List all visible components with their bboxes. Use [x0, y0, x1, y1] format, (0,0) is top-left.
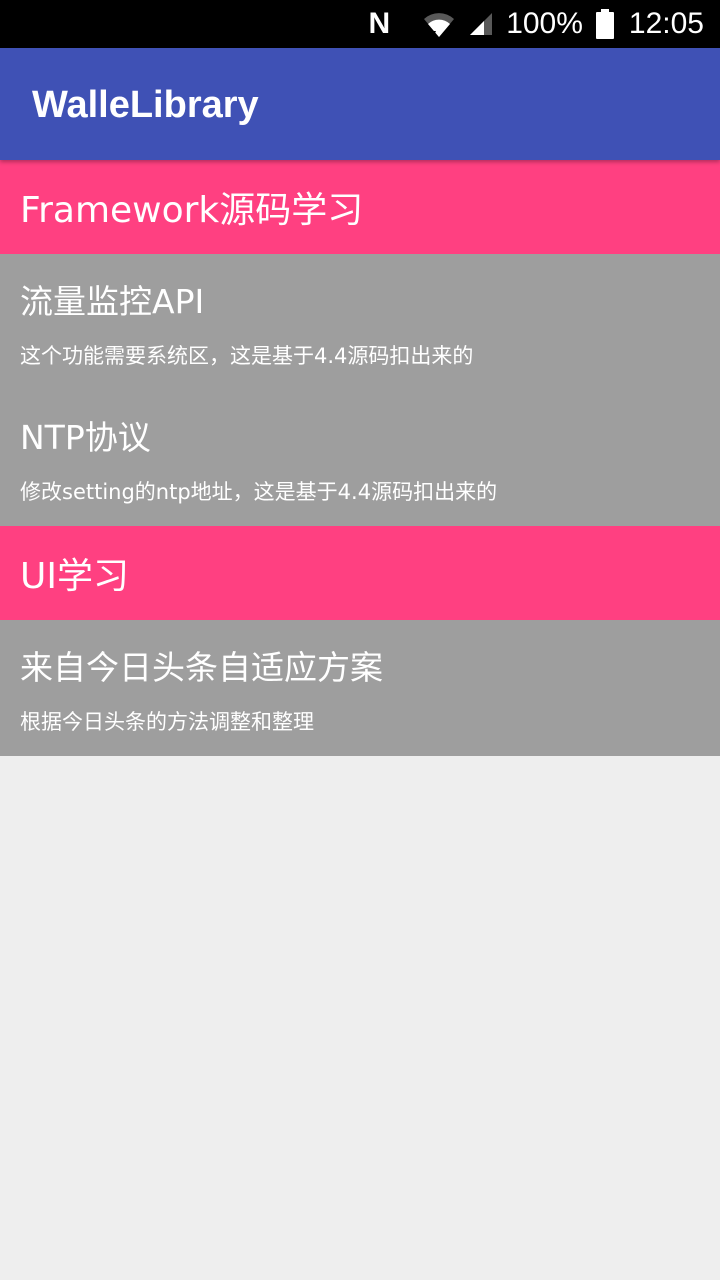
signal-icon [468, 11, 494, 37]
wifi-icon [422, 9, 456, 39]
battery-percent: 100% [506, 7, 583, 40]
content-list: Framework源码学习 流量监控API 这个功能需要系统区，这是基于4.4源… [0, 160, 720, 756]
list-item-desc: 根据今日头条的方法调整和整理 [20, 710, 314, 734]
app-title: WalleLibrary [32, 84, 259, 126]
app-bar: WalleLibrary [0, 48, 720, 160]
list-item-ntp[interactable]: NTP协议 修改setting的ntp地址，这是基于4.4源码扣出来的 [0, 390, 720, 526]
clock: 12:05 [628, 7, 704, 40]
list-item-desc: 修改setting的ntp地址，这是基于4.4源码扣出来的 [20, 480, 498, 504]
list-item-title: 流量监控API [20, 282, 205, 321]
list-item-toutiao-adapt[interactable]: 来自今日头条自适应方案 根据今日头条的方法调整和整理 [0, 620, 720, 756]
battery-icon [595, 9, 615, 39]
list-item-desc: 这个功能需要系统区，这是基于4.4源码扣出来的 [20, 344, 474, 368]
status-bar: N 100% 12:05 [0, 0, 720, 48]
nfc-icon: N [368, 7, 391, 40]
section-header-framework: Framework源码学习 [0, 160, 720, 254]
list-item-title: NTP协议 [20, 418, 151, 457]
list-item-traffic-monitor[interactable]: 流量监控API 这个功能需要系统区，这是基于4.4源码扣出来的 [0, 254, 720, 390]
section-header-ui: UI学习 [0, 526, 720, 620]
list-item-title: 来自今日头条自适应方案 [20, 648, 383, 687]
